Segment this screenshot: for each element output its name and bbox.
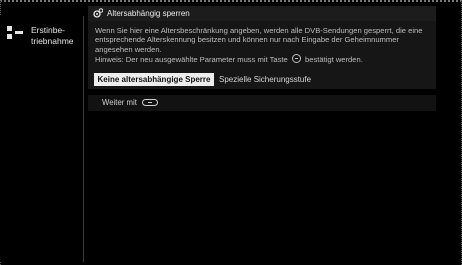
option-no-age-lock[interactable]: Keine altersabhängige Sperre — [94, 73, 214, 86]
sidebar: Erstinbe-triebnahme — [0, 16, 84, 262]
continue-text: Weiter mit — [102, 98, 137, 107]
panel-title: Altersabhängig sperren — [107, 9, 190, 18]
hint-suffix: bestätigt werden. — [305, 55, 363, 64]
panel-header: Altersabhängig sperren — [88, 6, 436, 21]
continue-row[interactable]: Weiter mit — [88, 95, 436, 111]
ok-key-icon — [291, 54, 301, 63]
sidebar-item-setup[interactable]: Erstinbe-triebnahme — [31, 25, 83, 47]
forward-key-icon — [142, 99, 159, 106]
continue-label: Weiter mit — [102, 98, 159, 107]
option-special-security-level[interactable]: Spezielle Sicherungsstufe — [216, 73, 311, 86]
hint-text: Hinweis: Der neu ausgewählte Parameter m… — [95, 54, 433, 64]
description-text: Wenn Sie hier eine Altersbeschränkung an… — [95, 26, 423, 54]
parental-lock-icon — [93, 8, 103, 18]
hint-prefix: Hinweis: Der neu ausgewählte Parameter m… — [95, 55, 288, 64]
setup-grid-icon — [7, 26, 23, 40]
parental-lock-panel: Altersabhängig sperren Wenn Sie hier ein… — [88, 6, 436, 89]
